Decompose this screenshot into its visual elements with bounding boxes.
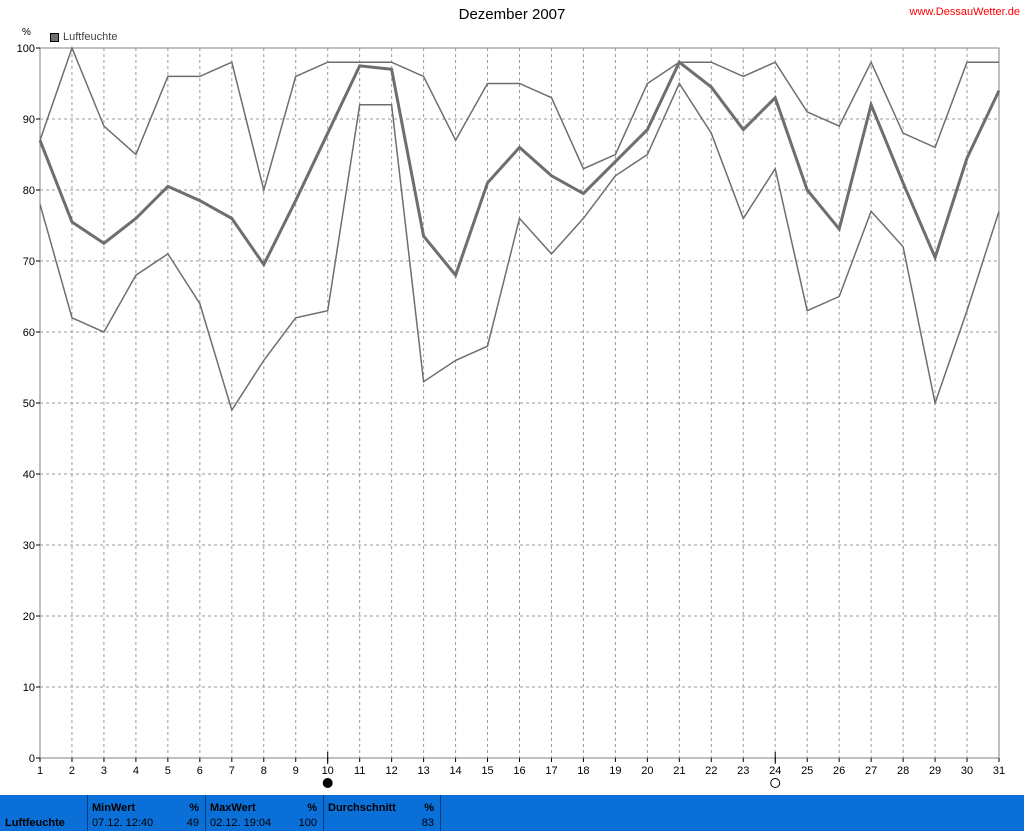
max-date: 02.12. 19:04: [210, 817, 272, 829]
x-tick-label: 28: [897, 765, 909, 777]
min-marker: [322, 778, 333, 788]
chart-legend: Luftfeuchte: [50, 31, 117, 43]
x-tick-label: 13: [417, 765, 429, 777]
x-tick-label: 18: [577, 765, 589, 777]
x-tick-label: 6: [197, 765, 203, 777]
y-tick-label: 20: [23, 611, 35, 623]
y-tick-label: 70: [23, 256, 35, 268]
min-header: MinWert: [92, 802, 136, 814]
x-tick-label: 29: [929, 765, 941, 777]
x-tick-label: 4: [133, 765, 139, 777]
x-tick-label: 24: [769, 765, 781, 777]
x-tick-label: 25: [801, 765, 813, 777]
max-unit: %: [307, 802, 317, 814]
max-header: MaxWert: [210, 802, 256, 814]
y-tick-label: 30: [23, 540, 35, 552]
max-marker: [770, 778, 781, 788]
x-tick-label: 2: [69, 765, 75, 777]
x-tick-label: 26: [833, 765, 845, 777]
x-tick-label: 16: [513, 765, 525, 777]
legend-label: Luftfeuchte: [63, 31, 118, 43]
avg-header: Durchschnitt: [328, 802, 396, 814]
y-unit-label: %: [22, 27, 31, 38]
x-tick-label: 21: [673, 765, 685, 777]
x-tick-label: 10: [322, 765, 334, 777]
humidity-chart: 01020304050607080901001 2 3 4 5 6 7 8 9 10 11 12 13 1…: [17, 43, 1005, 788]
y-tick-label: 40: [23, 469, 35, 481]
x-tick-label: 14: [449, 765, 461, 777]
min-value: 49: [186, 817, 199, 829]
x-tick-label: 20: [641, 765, 653, 777]
footer-divider: [440, 795, 441, 831]
min-date: 07.12. 12:40: [92, 817, 154, 829]
x-tick-label: 8: [261, 765, 267, 777]
x-tick-label: 30: [961, 765, 973, 777]
x-tick-label: 27: [865, 765, 877, 777]
stats-footer: Luftfeuchte MinWert % 07.12. 12:40 49 Ma…: [0, 795, 1024, 831]
y-tick-label: 50: [23, 398, 35, 410]
min-unit: %: [189, 802, 199, 814]
x-tick-label: 5: [165, 765, 171, 777]
avg-unit: %: [424, 802, 434, 814]
y-tick-label: 10: [23, 682, 35, 694]
x-tick-label: 11: [354, 765, 365, 777]
x-tick-label: 9: [293, 765, 299, 777]
site-link[interactable]: www.DessauWetter.de: [910, 6, 1020, 18]
y-tick-label: 80: [23, 185, 35, 197]
max-value: 100: [298, 817, 317, 829]
x-tick-label: 22: [705, 765, 717, 777]
y-tick-label: 100: [17, 43, 35, 55]
x-tick-label: 17: [545, 765, 557, 777]
x-tick-label: 3: [101, 765, 107, 777]
legend-swatch: [50, 32, 59, 42]
y-tick-label: 60: [23, 327, 35, 339]
y-tick-label: 90: [23, 114, 35, 126]
avg-value: 83: [421, 817, 434, 829]
footer-row-label: Luftfeuchte: [5, 817, 65, 829]
x-tick-label: 15: [481, 765, 493, 777]
x-tick-label: 31: [993, 765, 1005, 777]
x-tick-label: 19: [609, 765, 621, 777]
x-tick-label: 1: [37, 765, 43, 777]
chart-title: Dezember 2007: [458, 6, 566, 23]
y-tick-label: 0: [29, 753, 35, 765]
min-stat: MinWert % 07.12. 12:40 49: [88, 795, 205, 831]
x-tick-label: 23: [737, 765, 749, 777]
max-stat: MaxWert % 02.12. 19:04 100: [206, 795, 323, 831]
x-tick-label: 7: [229, 765, 235, 777]
avg-stat: Durchschnitt % 83: [324, 795, 440, 831]
x-tick-label: 12: [386, 765, 398, 777]
